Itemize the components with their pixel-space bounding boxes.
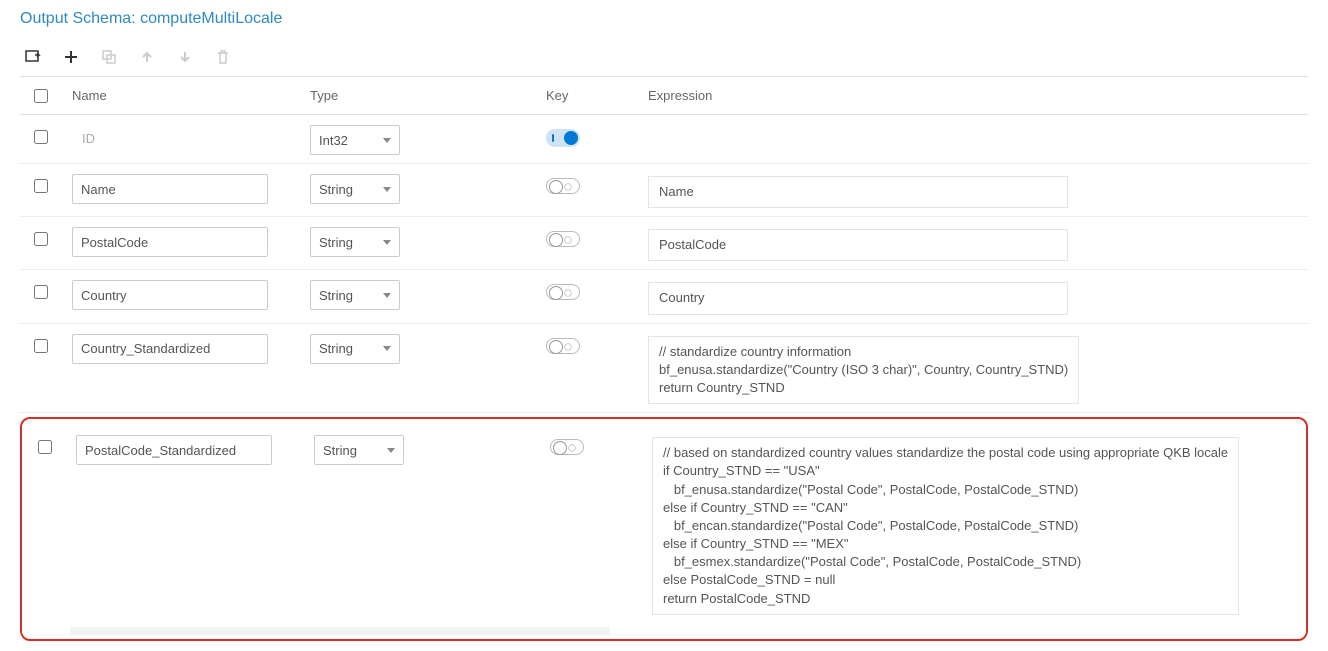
key-toggle[interactable]	[546, 231, 580, 247]
type-select[interactable]: String	[310, 280, 400, 310]
table-row: String // based on standardized country v…	[24, 425, 1304, 623]
expression-box[interactable]: PostalCode	[648, 229, 1068, 261]
expression-box[interactable]: // standardize country information bf_en…	[648, 336, 1079, 405]
expression-box[interactable]: Country	[648, 282, 1068, 314]
key-toggle[interactable]	[546, 129, 580, 147]
name-input[interactable]	[72, 227, 268, 257]
page-title: Output Schema: computeMultiLocale	[20, 10, 1308, 28]
chevron-down-icon	[383, 346, 391, 351]
row-checkbox[interactable]	[34, 285, 48, 299]
row-checkbox[interactable]	[34, 232, 48, 246]
move-up-icon	[138, 48, 156, 66]
key-toggle[interactable]	[546, 338, 580, 354]
highlighted-row: String // based on standardized country v…	[20, 417, 1308, 641]
expression-box[interactable]: Name	[648, 176, 1068, 208]
header-expression: Expression	[642, 88, 1308, 103]
key-toggle[interactable]	[546, 284, 580, 300]
row-checkbox[interactable]	[34, 130, 48, 144]
name-input[interactable]	[72, 280, 268, 310]
table-header: Name Type Key Expression	[20, 77, 1308, 115]
schema-table: Name Type Key Expression ID Int32 String Na…	[20, 76, 1308, 641]
key-toggle[interactable]	[550, 439, 584, 455]
type-select[interactable]: Int32	[310, 125, 400, 155]
name-label: ID	[72, 125, 95, 146]
type-label: Int32	[319, 133, 348, 148]
table-row: String Country	[20, 270, 1308, 323]
type-label: String	[319, 235, 353, 250]
type-label: String	[319, 341, 353, 356]
table-row: String Name	[20, 164, 1308, 217]
row-checkbox[interactable]	[38, 440, 52, 454]
table-row: String // standardize country information…	[20, 324, 1308, 414]
select-all-checkbox[interactable]	[34, 89, 48, 103]
row-checkbox[interactable]	[34, 179, 48, 193]
key-toggle[interactable]	[546, 178, 580, 194]
type-select[interactable]: String	[310, 334, 400, 364]
table-row: ID Int32	[20, 115, 1308, 164]
type-label: String	[323, 443, 357, 458]
chevron-down-icon	[383, 240, 391, 245]
copy-icon	[100, 48, 118, 66]
header-type: Type	[310, 88, 546, 103]
toolbar	[20, 48, 1308, 66]
name-input[interactable]	[76, 435, 272, 465]
type-label: String	[319, 288, 353, 303]
type-label: String	[319, 182, 353, 197]
type-select[interactable]: String	[310, 174, 400, 204]
add-icon[interactable]	[62, 48, 80, 66]
name-input[interactable]	[72, 174, 268, 204]
delete-icon	[214, 48, 232, 66]
chevron-down-icon	[383, 138, 391, 143]
chevron-down-icon	[383, 293, 391, 298]
table-row: String PostalCode	[20, 217, 1308, 270]
header-name: Name	[66, 88, 310, 103]
type-select[interactable]: String	[314, 435, 404, 465]
header-key: Key	[546, 88, 642, 103]
row-checkbox[interactable]	[34, 339, 48, 353]
chevron-down-icon	[383, 187, 391, 192]
type-select[interactable]: String	[310, 227, 400, 257]
chevron-down-icon	[387, 448, 395, 453]
name-input[interactable]	[72, 334, 268, 364]
schema-import-icon[interactable]	[24, 48, 42, 66]
expression-box[interactable]: // based on standardized country values …	[652, 437, 1239, 615]
move-down-icon	[176, 48, 194, 66]
